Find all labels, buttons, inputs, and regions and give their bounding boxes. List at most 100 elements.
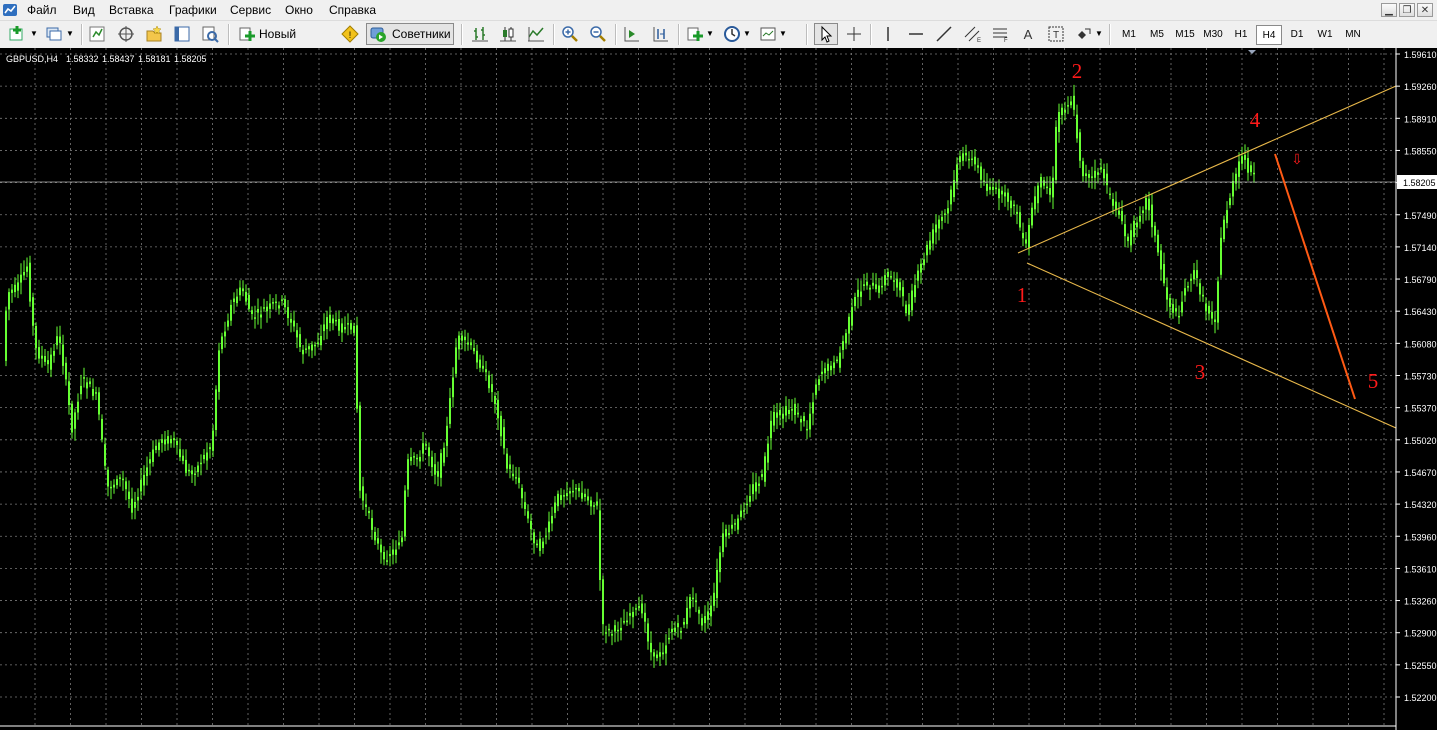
experts-button[interactable]: Советники xyxy=(366,23,454,45)
menu-charts[interactable]: Графики xyxy=(169,3,217,17)
timeframe-m30[interactable]: M30 xyxy=(1200,25,1226,45)
menu-insert[interactable]: Вставка xyxy=(109,3,154,17)
price-axis[interactable]: 1.59610 1.59260 1.58910 1.58550 1.57490 1.571… xyxy=(1396,50,1437,703)
crosshair-icon[interactable] xyxy=(845,25,863,43)
candle-body xyxy=(149,459,151,464)
candle-body xyxy=(86,382,88,389)
timeframe-h1[interactable]: H1 xyxy=(1228,25,1254,45)
arrows-icon[interactable] xyxy=(1075,25,1093,43)
candle-body xyxy=(287,307,289,319)
candle-body xyxy=(404,490,406,537)
candle-body xyxy=(311,344,313,351)
chart-shift-icon[interactable] xyxy=(652,25,670,43)
bar-chart-icon[interactable] xyxy=(471,25,489,43)
candle-body xyxy=(764,456,766,482)
minimize-button[interactable]: ▁ xyxy=(1381,3,1397,17)
app-icon[interactable] xyxy=(2,2,18,18)
price-chart[interactable]: 1 2 3 4 5 ⇩ GBPUSD,H4 1.58332 1.58437 1.… xyxy=(0,48,1437,730)
market-watch-icon[interactable] xyxy=(88,25,106,43)
tester-icon[interactable] xyxy=(201,25,219,43)
trendline-icon[interactable] xyxy=(935,25,953,43)
vertical-line-icon[interactable] xyxy=(879,25,897,43)
timeframe-m5[interactable]: M5 xyxy=(1144,25,1170,45)
candle-body xyxy=(1157,234,1159,253)
menu-tools[interactable]: Сервис xyxy=(230,3,271,17)
candle-body xyxy=(452,377,454,398)
fibonacci-icon[interactable]: F xyxy=(991,25,1009,43)
candle-body xyxy=(80,385,82,395)
close-button[interactable]: ✕ xyxy=(1417,3,1433,17)
new-order-button[interactable]: Новый Ордер xyxy=(235,23,335,61)
candle-body xyxy=(386,560,388,562)
candle-body xyxy=(1193,270,1195,280)
restore-button[interactable]: ❐ xyxy=(1399,3,1415,17)
candle-body xyxy=(1112,199,1114,206)
chevron-down-icon[interactable]: ▼ xyxy=(1095,25,1103,43)
price-tick-label: 1.55020 xyxy=(1404,436,1437,446)
candle-chart-icon[interactable] xyxy=(499,25,517,43)
menu-window[interactable]: Окно xyxy=(285,3,313,17)
candle-body xyxy=(305,348,307,350)
candle-body xyxy=(509,464,511,469)
candle-body xyxy=(317,342,319,344)
periods-icon[interactable] xyxy=(723,25,741,43)
upper-trendline[interactable] xyxy=(1017,85,1397,254)
cursor-button[interactable] xyxy=(814,23,838,45)
lower-trendline[interactable] xyxy=(1026,262,1397,429)
timeframe-h4[interactable]: H4 xyxy=(1256,25,1282,45)
candle-body xyxy=(161,439,163,443)
menu-view[interactable]: Вид xyxy=(73,3,95,17)
svg-text:E: E xyxy=(977,38,981,43)
candle-body xyxy=(23,272,25,276)
timeframe-d1[interactable]: D1 xyxy=(1284,25,1310,45)
candle-body xyxy=(62,344,64,366)
indicators-icon[interactable] xyxy=(686,25,704,43)
new-chart-icon[interactable] xyxy=(8,25,26,43)
favorites-icon[interactable] xyxy=(145,25,163,43)
navigator-icon[interactable] xyxy=(117,25,135,43)
chevron-down-icon[interactable]: ▼ xyxy=(706,25,714,43)
candle-body xyxy=(989,186,991,190)
candle-body xyxy=(488,375,490,389)
candle-body xyxy=(542,541,544,548)
candle-body xyxy=(443,447,445,463)
autoscroll-icon[interactable] xyxy=(623,25,641,43)
menu-file[interactable]: Файл xyxy=(27,3,57,17)
horizontal-line-icon[interactable] xyxy=(907,25,925,43)
menu-help[interactable]: Справка xyxy=(329,3,376,17)
text-label-icon[interactable]: T xyxy=(1047,25,1065,43)
candle-body xyxy=(1061,107,1063,115)
candle-body xyxy=(155,445,157,450)
candle-body xyxy=(896,278,898,288)
timeframe-m15[interactable]: M15 xyxy=(1172,25,1198,45)
price-tick-label: 1.58550 xyxy=(1404,146,1437,156)
candle-body xyxy=(389,554,391,557)
metaeditor-icon[interactable]: ! xyxy=(341,25,359,43)
candle-body xyxy=(281,299,283,301)
chevron-down-icon[interactable]: ▼ xyxy=(66,25,74,43)
chevron-down-icon[interactable]: ▼ xyxy=(30,25,38,43)
zoom-in-icon[interactable] xyxy=(561,25,579,43)
candle-body xyxy=(326,317,328,330)
candle-body xyxy=(1244,154,1246,160)
timeframe-w1[interactable]: W1 xyxy=(1312,25,1338,45)
candle-body xyxy=(518,477,520,483)
data-window-icon[interactable] xyxy=(173,25,191,43)
timeframe-m1[interactable]: M1 xyxy=(1116,25,1142,45)
candle-body xyxy=(827,363,829,371)
forecast-line[interactable] xyxy=(1274,153,1356,400)
candle-body xyxy=(245,291,247,302)
candle-body xyxy=(734,523,736,525)
text-icon[interactable]: A xyxy=(1019,25,1037,43)
candle-body xyxy=(662,652,664,655)
profiles-icon[interactable] xyxy=(45,25,63,43)
chevron-down-icon[interactable]: ▼ xyxy=(743,25,751,43)
sell-arrow-icon[interactable]: ⇩ xyxy=(1291,152,1303,168)
equidistant-channel-icon[interactable]: E xyxy=(963,25,981,43)
candle-body xyxy=(1238,161,1240,177)
line-chart-icon[interactable] xyxy=(527,25,545,43)
zoom-out-icon[interactable] xyxy=(589,25,607,43)
chevron-down-icon[interactable]: ▼ xyxy=(779,25,787,43)
templates-icon[interactable] xyxy=(759,25,777,43)
timeframe-mn[interactable]: MN xyxy=(1340,25,1366,45)
